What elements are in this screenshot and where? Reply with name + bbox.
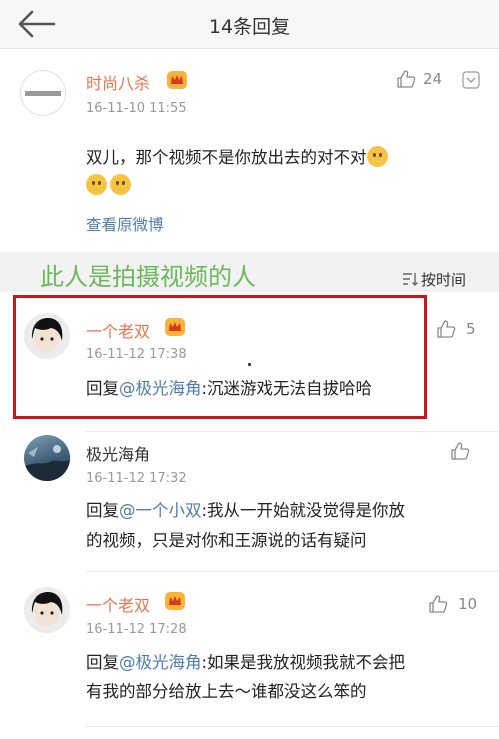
post-author-name[interactable]: 时尚八杀 — [86, 70, 150, 94]
mention-link[interactable]: @一个小双 — [119, 501, 202, 520]
reply-prefix: 回复 — [86, 653, 119, 672]
reply-text: 回复@极光海角:如果是我放视频我就不会把 — [86, 648, 405, 677]
reply-author-name[interactable]: 极光海角 — [86, 441, 150, 465]
post-text: 双儿，那个视频不是你放出去的对不对 — [86, 143, 391, 172]
more-chevron-icon[interactable] — [462, 71, 480, 89]
like-thumb-icon[interactable] — [436, 319, 456, 339]
reply-text: 回复@一个小双:我从一开始就没觉得是你放 — [86, 496, 405, 525]
emoji-icon — [366, 146, 388, 167]
avatar[interactable] — [24, 435, 70, 481]
like-thumb-icon[interactable] — [450, 441, 470, 461]
post-time: 16-11-10 11:55 — [86, 101, 187, 116]
annotation-text: 此人是拍摄视频的人 — [40, 263, 256, 291]
page-title: 14条回复 — [208, 16, 291, 38]
divider — [86, 571, 499, 572]
like-count: 24 — [423, 70, 443, 88]
divider — [86, 726, 499, 727]
reply-time: 16-11-12 17:28 — [86, 622, 187, 637]
vip-crown-icon — [167, 71, 187, 89]
emoji-icon — [110, 174, 131, 195]
reply-text-line2: 有我的部分给放上去～谁都没这么笨的 — [86, 682, 367, 701]
sort-icon — [403, 273, 418, 286]
mention-link[interactable]: @极光海角 — [119, 653, 202, 672]
reply-text-line2: 的视频，只是对你和王源说的话有疑问 — [86, 531, 367, 550]
reply-time: 16-11-12 17:32 — [86, 471, 187, 486]
like-count: 5 — [466, 320, 476, 338]
view-original-link[interactable]: 查看原微博 — [86, 213, 164, 235]
reply-author-name[interactable]: 一个老双 — [86, 592, 150, 616]
sort-label: 按时间 — [421, 271, 467, 289]
reply-body-line1: :我从一开始就没觉得是你放 — [201, 501, 406, 520]
post-text-body: 双儿，那个视频不是你放出去的对不对 — [86, 148, 367, 167]
like-thumb-icon[interactable] — [396, 69, 416, 89]
avatar[interactable] — [24, 587, 70, 633]
emoji-icon — [86, 174, 107, 195]
highlight-box — [13, 295, 427, 419]
reply-prefix: 回复 — [86, 501, 119, 520]
avatar[interactable] — [20, 70, 66, 116]
divider — [86, 431, 499, 432]
like-count: 10 — [458, 595, 478, 613]
sort-button[interactable]: 按时间 — [402, 269, 466, 290]
vip-crown-icon — [165, 592, 185, 610]
like-thumb-icon[interactable] — [428, 594, 448, 614]
post-emojis — [86, 171, 134, 200]
top-bar: 14条回复 — [0, 0, 499, 49]
reply-body-line1: :如果是我放视频我就不会把 — [201, 653, 406, 672]
